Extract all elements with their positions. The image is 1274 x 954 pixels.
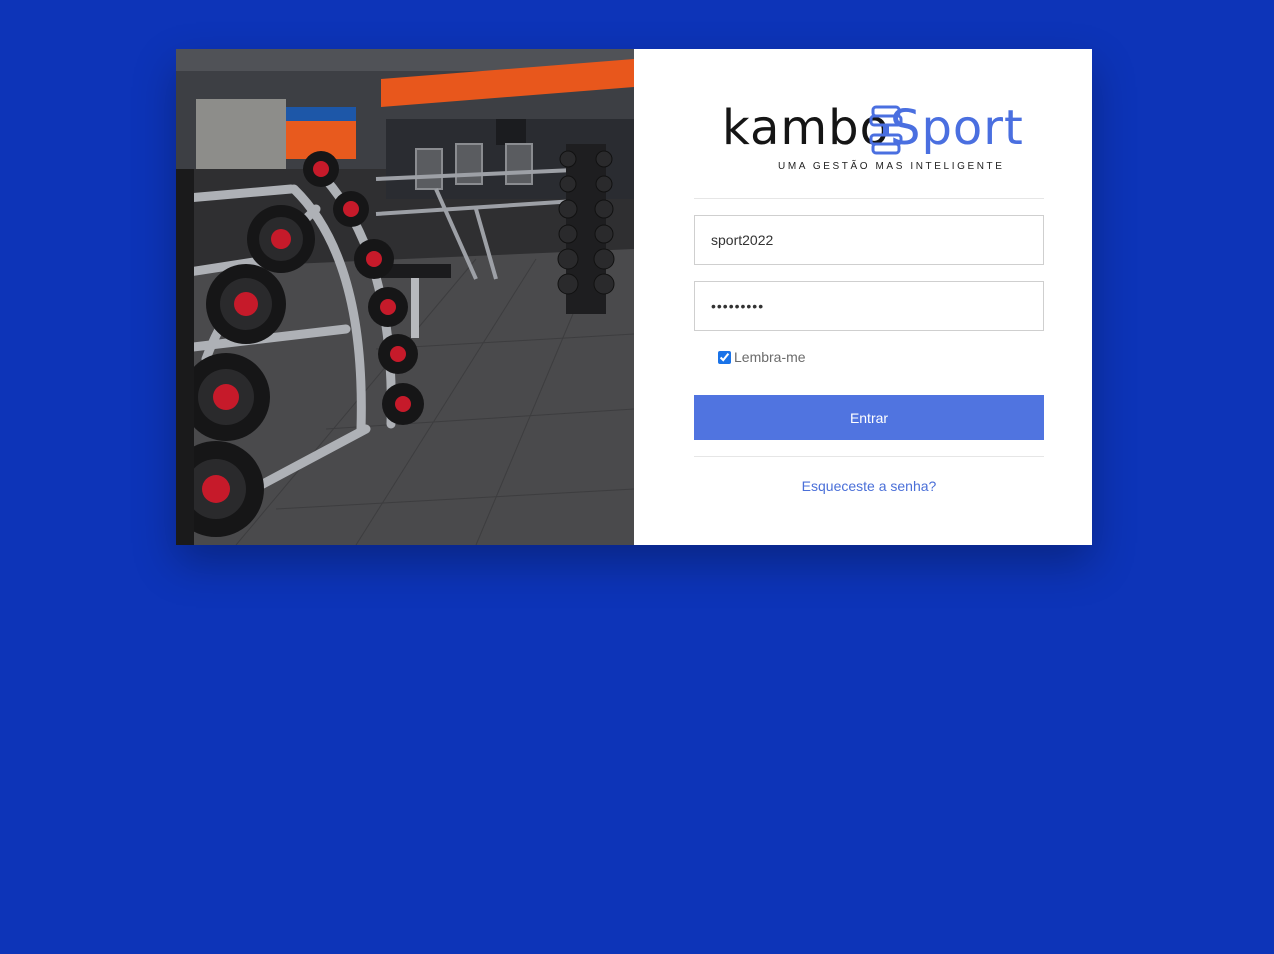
username-input[interactable] bbox=[694, 215, 1044, 265]
gym-photo-illustration bbox=[176, 49, 634, 545]
dumbbell-icon bbox=[869, 105, 903, 155]
logo-tagline: UMA GESTÃO MAS INTELIGENTE bbox=[778, 161, 1005, 172]
login-panel: kamboSport UMA GESTÃO MAS INTELIGENTE Le… bbox=[634, 49, 1092, 545]
logo-word-sport: Sport bbox=[889, 100, 1024, 156]
remember-me-label: Lembra-me bbox=[734, 349, 806, 365]
forgot-password-link[interactable]: Esqueceste a senha? bbox=[694, 478, 1044, 494]
remember-me-control[interactable]: Lembra-me bbox=[718, 349, 806, 365]
brand-logo: kamboSport UMA GESTÃO MAS INTELIGENTE bbox=[722, 99, 1024, 179]
gym-photo bbox=[176, 49, 634, 545]
header-divider bbox=[694, 198, 1044, 199]
login-button[interactable]: Entrar bbox=[694, 395, 1044, 440]
footer-divider bbox=[694, 456, 1044, 457]
remember-me-checkbox[interactable] bbox=[718, 350, 731, 364]
logo-word-kambo: kambo bbox=[722, 100, 890, 156]
password-input[interactable] bbox=[694, 281, 1044, 331]
login-card: kamboSport UMA GESTÃO MAS INTELIGENTE Le… bbox=[176, 49, 1092, 545]
